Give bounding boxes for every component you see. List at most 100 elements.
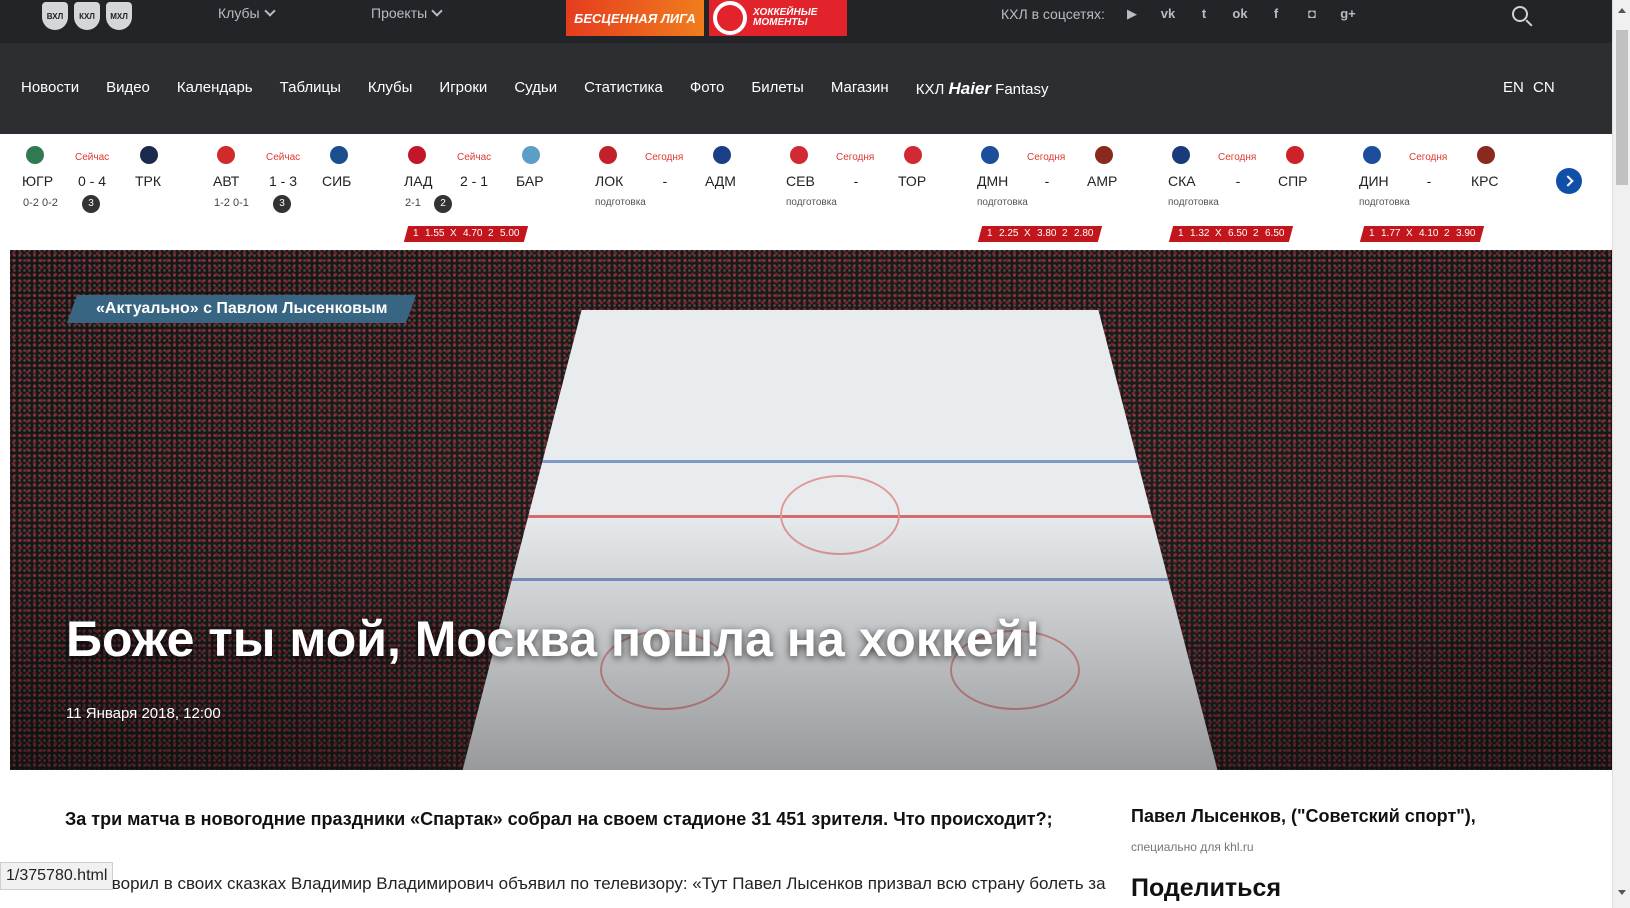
projects-dropdown[interactable]: Проекты — [371, 5, 443, 21]
team-logo-icon — [330, 146, 348, 164]
match-card[interactable]: Сейчас ЮГР 0 - 4 ТРК 0-2 0-2 3 — [22, 134, 192, 250]
home-team: ЛОК — [595, 173, 624, 189]
google-plus-icon[interactable]: g+ — [1338, 5, 1358, 23]
betting-odds[interactable]: 1 1.77 X 4.10 2 3.90 — [1359, 226, 1485, 242]
search-icon[interactable] — [1512, 6, 1528, 22]
nav-item-shop[interactable]: Магазин — [831, 79, 889, 99]
nav-item-photo[interactable]: Фото — [690, 79, 724, 99]
hero-banner[interactable]: «Актуально» с Павлом Лысенковым Боже ты … — [10, 250, 1612, 770]
priceless-league-label: БЕСЦЕННАЯ ЛИГА — [574, 10, 696, 26]
status-bar-url: 1/375780.html — [0, 862, 114, 890]
period-scores: 0-2 0-2 — [23, 197, 58, 209]
match-card[interactable]: Сегодня СКА - СПР подготовка 1 1.32 X 6.50 2… — [1168, 134, 1338, 250]
away-team: СИБ — [322, 173, 352, 189]
away-team: АДМ — [705, 173, 736, 189]
home-team: СЕВ — [786, 173, 815, 189]
match-card[interactable]: Сегодня ЛОК - АДМ подготовка — [595, 134, 765, 250]
social-label: КХЛ в соцсетях: — [1001, 6, 1105, 22]
fantasy-suffix: Fantasy — [995, 81, 1049, 98]
match-score: - — [1044, 173, 1050, 189]
away-team: СПР — [1278, 173, 1308, 189]
match-score: - — [1426, 173, 1432, 189]
league-logos: ВХЛ КХЛ МХЛ — [42, 2, 132, 30]
match-substatus: подготовка — [1168, 197, 1219, 208]
match-status: Сейчас — [266, 152, 301, 163]
youtube-icon[interactable]: ▶ — [1122, 5, 1142, 23]
home-team: СКА — [1168, 173, 1196, 189]
nav-item-stats[interactable]: Статистика — [584, 79, 663, 99]
clubs-dropdown-label: Клубы — [218, 5, 260, 21]
period-badge: 3 — [273, 195, 291, 213]
match-card[interactable]: Сейчас АВТ 1 - 3 СИБ 1-2 0-1 3 — [213, 134, 383, 250]
away-team: КРС — [1471, 173, 1499, 189]
nav-item-news[interactable]: Новости — [21, 79, 79, 99]
team-logo-icon — [1477, 146, 1495, 164]
author-name: Павел Лысенков, ("Советский спорт"), — [1131, 806, 1476, 826]
top-bar: ВХЛ КХЛ МХЛ Клубы Проекты БЕСЦЕННАЯ ЛИГА… — [0, 0, 1612, 43]
hero-title[interactable]: Боже ты мой, Москва пошла на хоккей! — [66, 610, 1041, 668]
hero-date: 11 Января 2018, 12:00 — [66, 705, 221, 722]
haier-logo: Haier — [948, 79, 991, 98]
away-team: ТОР — [898, 173, 927, 189]
match-score: 2 - 1 — [459, 173, 488, 189]
lang-cn[interactable]: CN — [1533, 79, 1555, 96]
facebook-icon[interactable]: f — [1266, 5, 1286, 23]
match-score: - — [853, 173, 859, 189]
team-logo-icon — [217, 146, 235, 164]
priceless-league-banner[interactable]: БЕСЦЕННАЯ ЛИГА — [566, 0, 704, 36]
home-team: ЮГР — [22, 173, 54, 189]
team-logo-icon — [981, 146, 999, 164]
team-logo-icon — [1286, 146, 1304, 164]
betting-odds[interactable]: 1 1.55 X 4.70 2 5.00 — [403, 226, 529, 242]
author-subtitle: специально для khl.ru — [1131, 840, 1254, 854]
main-nav-items: Новости Видео Календарь Таблицы Клубы Иг… — [21, 79, 1049, 99]
khl-logo-link[interactable]: КХЛ — [74, 2, 100, 30]
instagram-icon[interactable]: ◘ — [1302, 5, 1322, 23]
home-team: АВТ — [213, 173, 240, 189]
team-logo-icon — [522, 146, 540, 164]
fantasy-prefix: КХЛ — [915, 81, 945, 98]
match-status: Сегодня — [836, 152, 875, 163]
scroll-up-icon[interactable] — [1618, 8, 1626, 13]
team-logo-icon — [713, 146, 731, 164]
hockey-moments-banner[interactable]: ХОККЕЙНЫЕ МОМЕНТЫ — [709, 0, 847, 36]
nav-item-players[interactable]: Игроки — [439, 79, 487, 99]
nav-item-tickets[interactable]: Билеты — [751, 79, 803, 99]
twitter-icon[interactable]: t — [1194, 5, 1214, 23]
odnoklassniki-icon[interactable]: ok — [1230, 5, 1250, 23]
match-card[interactable]: Сегодня ДИН - КРС подготовка 1 1.77 X 4.10 2… — [1359, 134, 1529, 250]
hockey-moments-label: ХОККЕЙНЫЕ МОМЕНТЫ — [753, 7, 818, 28]
team-logo-icon — [408, 146, 426, 164]
period-scores: 1-2 0-1 — [214, 197, 249, 209]
vhl-logo-link[interactable]: ВХЛ — [42, 2, 68, 30]
hero-category-tag[interactable]: «Актуально» с Павлом Лысенковым — [66, 295, 417, 323]
nav-item-clubs[interactable]: Клубы — [368, 79, 413, 99]
chevron-down-icon — [431, 5, 443, 17]
match-card[interactable]: Сегодня СЕВ - ТОР подготовка — [786, 134, 956, 250]
away-team: АМР — [1087, 173, 1118, 189]
match-substatus: подготовка — [1359, 197, 1410, 208]
article-lead: За три матча в новогодние праздники «Спа… — [65, 809, 1053, 829]
scroll-down-icon[interactable] — [1618, 890, 1626, 895]
betting-odds[interactable]: 1 2.25 X 3.80 2 2.80 — [977, 226, 1103, 242]
nav-item-referees[interactable]: Судьи — [514, 79, 557, 99]
nav-item-tables[interactable]: Таблицы — [280, 79, 341, 99]
page-scrollbar[interactable] — [1612, 0, 1630, 908]
clubs-dropdown[interactable]: Клубы — [218, 5, 276, 21]
match-status: Сегодня — [645, 152, 684, 163]
nav-item-calendar[interactable]: Календарь — [177, 79, 253, 99]
scoreboard-next-button[interactable] — [1556, 168, 1582, 194]
lang-en[interactable]: EN — [1503, 79, 1524, 96]
nav-item-video[interactable]: Видео — [106, 79, 150, 99]
article-body: Как говорил в своих сказках Владимир Вла… — [65, 874, 1106, 893]
team-logo-icon — [26, 146, 44, 164]
hockey-moments-ring-icon — [713, 1, 747, 35]
match-card[interactable]: Сегодня ДМН - АМР подготовка 1 2.25 X 3.80 2… — [977, 134, 1147, 250]
chevron-down-icon — [263, 5, 276, 17]
mhl-logo-link[interactable]: МХЛ — [106, 2, 132, 30]
betting-odds[interactable]: 1 1.32 X 6.50 2 6.50 — [1168, 226, 1294, 242]
nav-item-fantasy[interactable]: КХЛ Haier Fantasy — [916, 79, 1049, 99]
match-card[interactable]: Сейчас ЛАД 2 - 1 БАР 2-1 2 1 1.55 X 4.70 2 5.… — [403, 134, 574, 250]
vk-icon[interactable]: vk — [1158, 5, 1178, 23]
scroll-thumb[interactable] — [1616, 30, 1628, 185]
